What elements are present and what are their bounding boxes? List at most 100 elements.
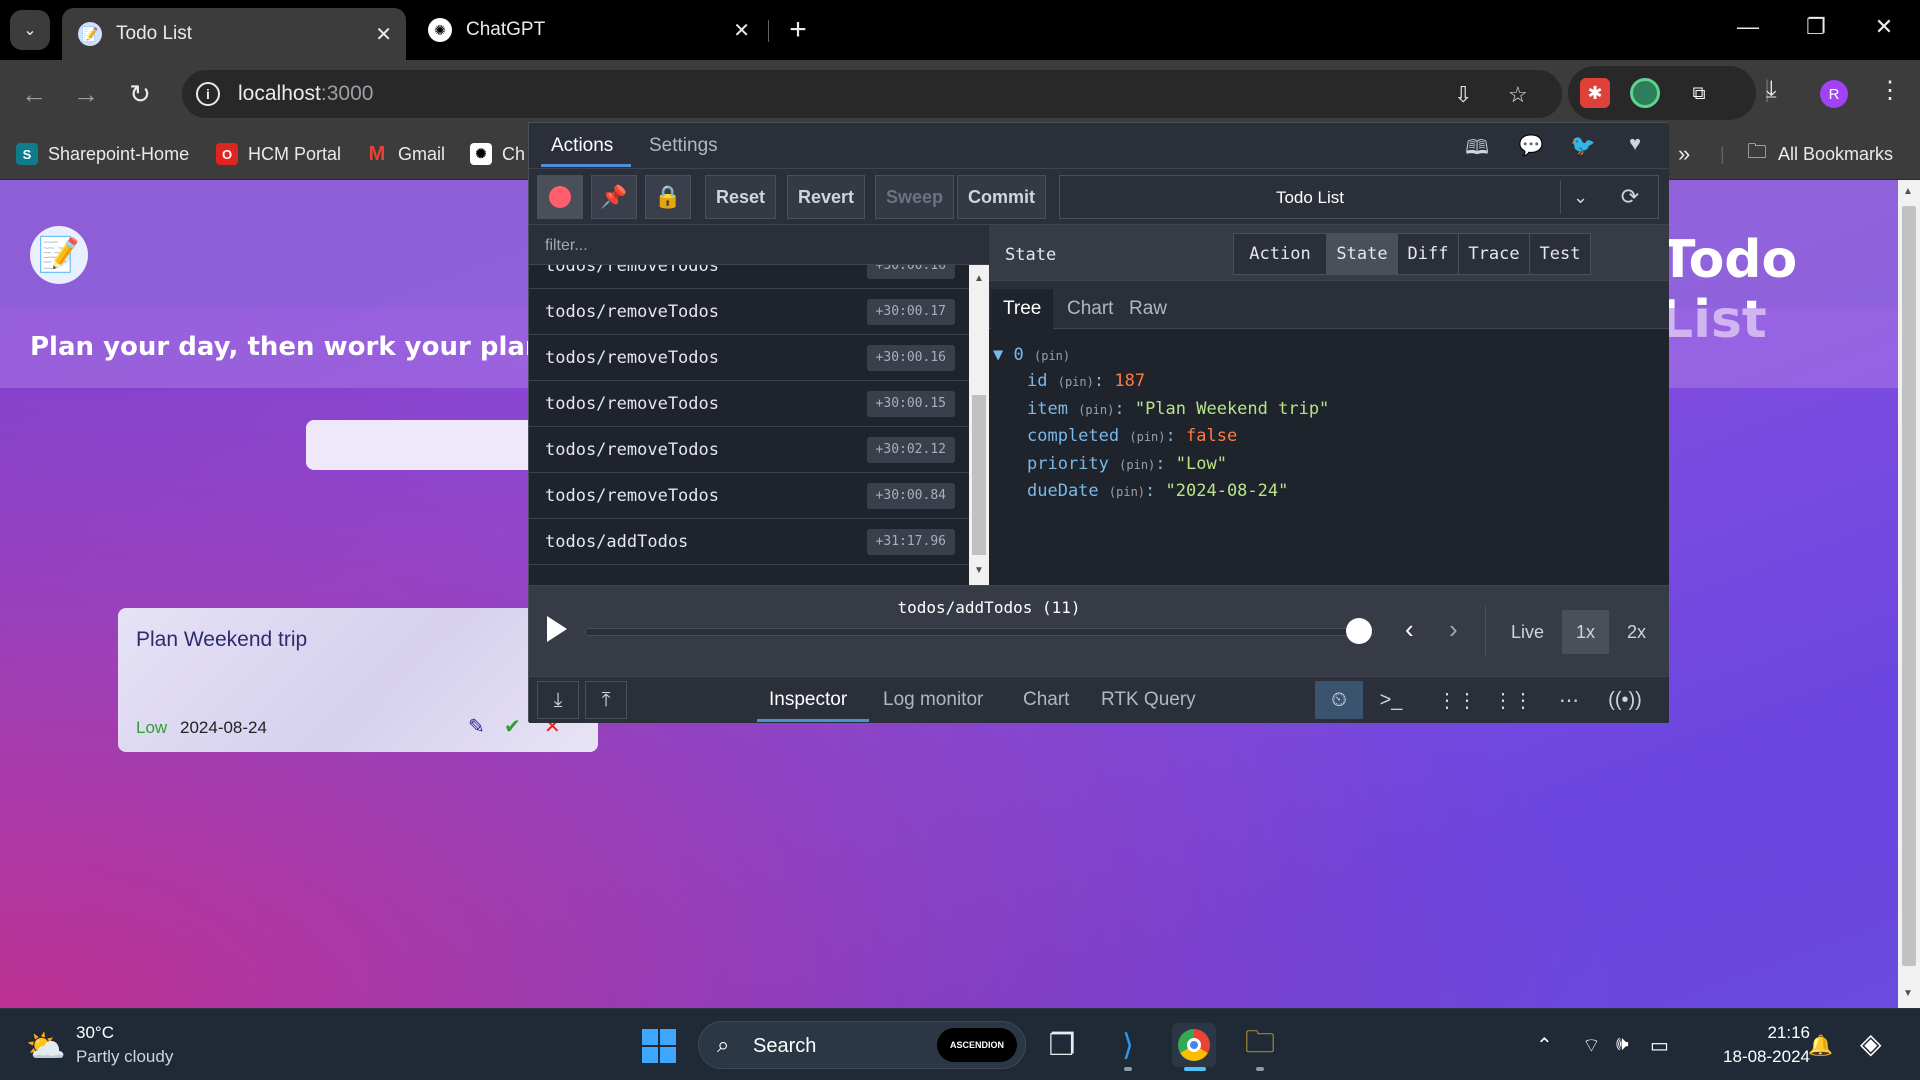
edit-icon[interactable]: ✎: [468, 714, 485, 739]
taskbar-search[interactable]: ⌕ Search ASCENDION: [698, 1021, 1026, 1069]
heart-icon[interactable]: ♥: [1615, 133, 1655, 161]
reload-button[interactable]: ↻: [120, 74, 160, 114]
restore-button[interactable]: ❐: [1796, 14, 1836, 40]
weather-temperature[interactable]: 30°C: [76, 1023, 114, 1043]
bookmark-hcm-portal[interactable]: O HCM Portal: [216, 140, 341, 168]
tab-raw[interactable]: Raw: [1117, 289, 1179, 329]
segment-state[interactable]: State: [1326, 233, 1398, 275]
record-button[interactable]: [537, 175, 583, 219]
partly-cloudy-icon[interactable]: ⛅: [26, 1027, 66, 1065]
chevron-down-icon[interactable]: ⌄: [1560, 180, 1600, 214]
close-tab-icon[interactable]: ✕: [375, 22, 392, 47]
tab-todo-list[interactable]: 📝 Todo List ✕: [62, 8, 406, 60]
vscode-icon[interactable]: ⟩: [1106, 1023, 1150, 1067]
sync-icon[interactable]: ⟳: [1610, 180, 1650, 214]
scroll-up-arrow-icon[interactable]: ▲: [1903, 186, 1913, 197]
dock-right-icon[interactable]: ⋮⋮: [1489, 681, 1537, 719]
tab-chart[interactable]: Chart: [1055, 289, 1125, 329]
segment-trace[interactable]: Trace: [1458, 233, 1530, 275]
tree-root-node[interactable]: ▼ 0 (pin): [993, 345, 1070, 365]
commit-button[interactable]: Commit: [957, 175, 1046, 219]
dispatcher-timer-icon[interactable]: ⏲: [1315, 681, 1363, 719]
wifi-icon[interactable]: ⌔: [1582, 1033, 1601, 1058]
slider-knob[interactable]: [1346, 618, 1373, 644]
reset-button[interactable]: Reset: [705, 175, 777, 219]
site-info-icon[interactable]: i: [196, 82, 220, 106]
windows-start-icon[interactable]: [642, 1029, 676, 1063]
action-row[interactable]: todos/removeTodos +30:00.15: [529, 381, 969, 427]
new-tab-button[interactable]: +: [780, 12, 816, 48]
book-icon[interactable]: 🕮: [1457, 133, 1497, 161]
remote-broadcast-icon[interactable]: ((•)): [1601, 681, 1649, 719]
address-bar[interactable]: i localhost:3000 ⇩ ☆: [182, 70, 1562, 118]
dock-bottom-icon[interactable]: ⋯: [1545, 681, 1593, 719]
sweep-button[interactable]: Sweep: [875, 175, 955, 219]
extension-red-icon[interactable]: ✱: [1580, 78, 1610, 108]
step-back-icon[interactable]: ‹: [1405, 614, 1414, 645]
twitter-icon[interactable]: 🐦: [1563, 133, 1603, 161]
volume-icon[interactable]: 🕪: [1616, 1033, 1629, 1056]
close-tab-icon[interactable]: ✕: [733, 18, 750, 43]
show-hidden-icons-icon[interactable]: ⌃: [1536, 1033, 1553, 1058]
terminal-icon[interactable]: >_: [1367, 681, 1415, 719]
tab-tree[interactable]: Tree: [991, 289, 1054, 329]
expand-triangle-icon[interactable]: ▼: [993, 345, 1003, 365]
step-forward-icon[interactable]: ›: [1449, 614, 1458, 645]
dock-left-icon[interactable]: ⋮⋮: [1433, 681, 1481, 719]
lock-icon[interactable]: 🔒: [645, 175, 691, 219]
bookmark-gmail[interactable]: M Gmail: [366, 140, 445, 168]
tab-log-monitor[interactable]: Log monitor: [883, 689, 983, 711]
action-list-scrollbar[interactable]: ▲ ▼: [969, 265, 989, 585]
action-row[interactable]: todos/removeTodos +30:00.16: [529, 265, 969, 289]
notification-bell-icon[interactable]: 🔔: [1808, 1033, 1833, 1058]
action-row[interactable]: todos/removeTodos +30:02.12: [529, 427, 969, 473]
live-button[interactable]: Live: [1497, 610, 1558, 654]
clock[interactable]: 21:16 18-08-2024: [1700, 1021, 1810, 1069]
tab-chatgpt[interactable]: ✺ ChatGPT ✕: [412, 8, 764, 52]
speed-2x-button[interactable]: 2x: [1613, 610, 1660, 654]
weather-description[interactable]: Partly cloudy: [76, 1047, 173, 1067]
action-row[interactable]: todos/removeTodos +30:00.16: [529, 335, 969, 381]
minimize-button[interactable]: —: [1728, 14, 1768, 40]
complete-check-icon[interactable]: ✔: [504, 714, 521, 739]
action-row-selected[interactable]: todos/addTodos +31:17.96: [529, 519, 969, 565]
tab-settings[interactable]: Settings: [649, 135, 718, 157]
bookmark-sharepoint[interactable]: S Sharepoint-Home: [16, 140, 189, 168]
segment-diff[interactable]: Diff: [1397, 233, 1459, 275]
action-scroll-thumb[interactable]: [972, 395, 986, 555]
scroll-down-arrow-icon[interactable]: ▼: [974, 565, 984, 576]
action-row[interactable]: todos/removeTodos +30:00.84: [529, 473, 969, 519]
tab-inspector[interactable]: Inspector: [769, 689, 847, 711]
segment-test[interactable]: Test: [1529, 233, 1591, 275]
play-icon[interactable]: [547, 616, 567, 642]
scroll-up-arrow-icon[interactable]: ▲: [974, 273, 984, 284]
tab-rtk-query[interactable]: RTK Query: [1101, 689, 1196, 711]
speed-1x-button[interactable]: 1x: [1562, 610, 1610, 654]
battery-icon[interactable]: ▭: [1650, 1033, 1669, 1058]
back-button[interactable]: ←: [14, 74, 54, 114]
tab-search-button[interactable]: ⌄: [10, 10, 50, 50]
browser-menu-icon[interactable]: ⋮: [1878, 76, 1902, 105]
extension-green-icon[interactable]: [1630, 78, 1660, 108]
action-row[interactable]: todos/removeTodos +30:00.17: [529, 289, 969, 335]
segment-action[interactable]: Action: [1233, 233, 1327, 275]
page-scroll-thumb[interactable]: [1902, 206, 1916, 966]
export-icon[interactable]: ⤒: [585, 681, 627, 719]
scroll-down-arrow-icon[interactable]: ▼: [1903, 988, 1913, 999]
bookmark-star-icon[interactable]: ☆: [1508, 82, 1528, 108]
bookmark-chatgpt[interactable]: ✺ Ch: [470, 140, 525, 168]
revert-button[interactable]: Revert: [787, 175, 866, 219]
copilot-icon[interactable]: ◈: [1860, 1027, 1882, 1060]
tab-actions[interactable]: Actions: [551, 135, 613, 157]
tab-chart-monitor[interactable]: Chart: [1023, 689, 1069, 711]
pin-icon[interactable]: 📌: [591, 175, 637, 219]
slider-track[interactable]: [585, 628, 1375, 636]
download-arrow-icon[interactable]: ⤓: [1766, 76, 1777, 104]
import-icon[interactable]: ⤓: [537, 681, 579, 719]
page-scrollbar[interactable]: ▲ ▼: [1898, 180, 1920, 1008]
install-app-icon[interactable]: ⇩: [1454, 82, 1472, 108]
profile-avatar[interactable]: R: [1820, 80, 1848, 108]
all-bookmarks[interactable]: 🗀 All Bookmarks: [1746, 140, 1893, 168]
file-explorer-icon[interactable]: 🗀: [1238, 1023, 1282, 1067]
filter-input[interactable]: filter...: [529, 225, 989, 265]
